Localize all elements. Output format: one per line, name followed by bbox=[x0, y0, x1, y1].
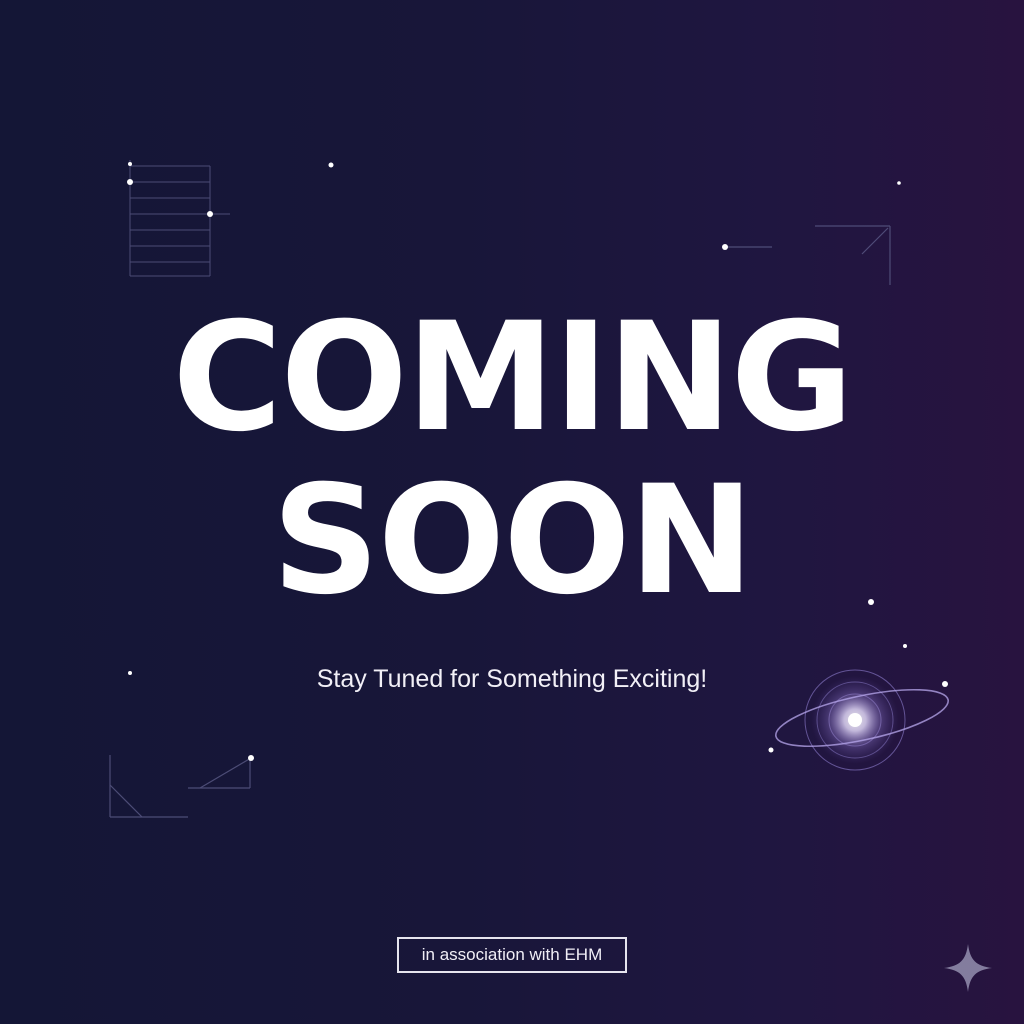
tagline: Stay Tuned for Something Exciting! bbox=[316, 665, 708, 693]
headline-coming: COMING bbox=[172, 291, 853, 465]
sparkle-icon bbox=[944, 944, 992, 992]
grid-lines-decoration bbox=[129, 160, 230, 277]
headline-soon: SOON bbox=[271, 454, 755, 628]
triangle-lines-decoration bbox=[109, 755, 252, 818]
association-badge: in association with EHM bbox=[397, 937, 627, 973]
corner-lines-decoration bbox=[726, 225, 891, 285]
association-text: in association with EHM bbox=[421, 945, 603, 964]
